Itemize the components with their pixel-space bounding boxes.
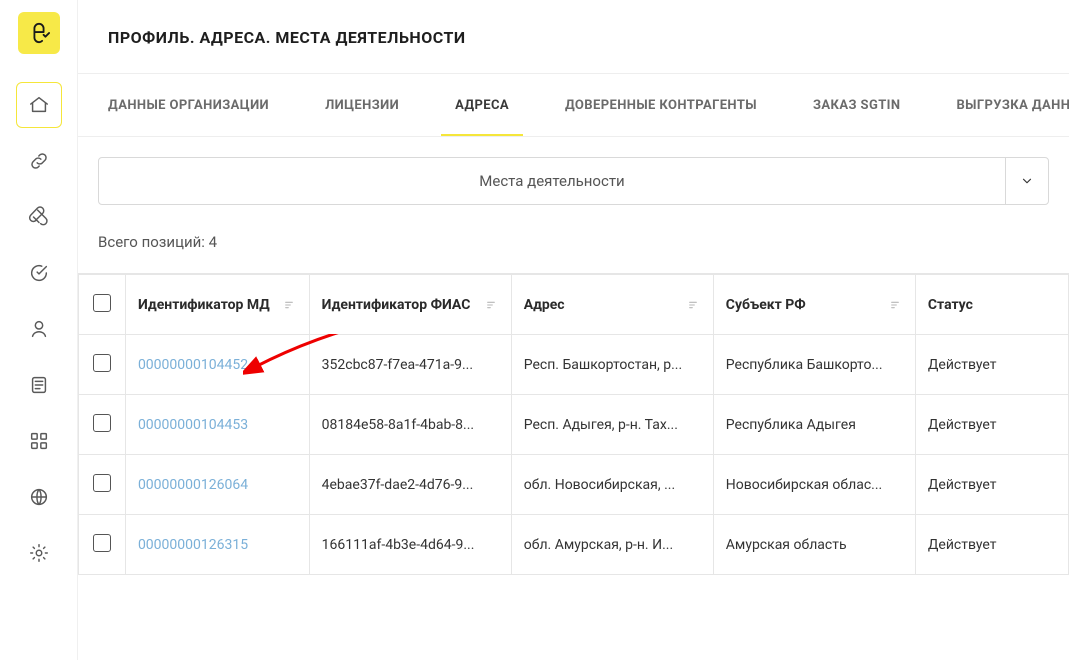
main: ПРОФИЛЬ. АДРЕСА. МЕСТА ДЕЯТЕЛЬНОСТИ ДАНН… <box>78 0 1069 660</box>
tab-org-data[interactable]: ДАННЫЕ ОРГАНИЗАЦИИ <box>108 74 269 136</box>
header-fias[interactable]: Идентификатор ФИАС <box>309 275 511 335</box>
page-title: ПРОФИЛЬ. АДРЕСА. МЕСТА ДЕЯТЕЛЬНОСТИ <box>108 28 1069 47</box>
md-id-link[interactable]: 00000000104453 <box>138 417 248 433</box>
header-subj-label: Субъект РФ <box>726 297 806 313</box>
globe-icon <box>28 486 50 508</box>
cell-subj: Амурская область <box>713 515 915 575</box>
table-row: 00000000126315 166111af-4b3e-4d64-9... о… <box>79 515 1069 575</box>
dropdown-label: Места деятельности <box>99 158 1006 204</box>
cell-fias: 4ebae37f-dae2-4d76-9... <box>309 455 511 515</box>
header-md[interactable]: Идентификатор МД <box>125 275 309 335</box>
header-status[interactable]: Статус <box>915 275 1068 335</box>
summary: Всего позиций: 4 <box>78 205 1069 273</box>
pill-icon <box>28 206 50 228</box>
sort-icon <box>483 297 499 313</box>
tag-icon <box>28 262 50 284</box>
cell-status: Действует <box>915 335 1068 395</box>
table-row: 00000000104453 08184e58-8a1f-4bab-8... Р… <box>79 395 1069 455</box>
cell-subj: Республика Адыгея <box>713 395 915 455</box>
sort-icon <box>887 297 903 313</box>
header-status-label: Статус <box>928 297 973 313</box>
logo-icon <box>28 22 50 44</box>
grid-icon <box>28 430 50 452</box>
chevron-down-icon <box>1006 158 1048 204</box>
row-checkbox[interactable] <box>93 534 111 552</box>
select-all-checkbox[interactable] <box>93 294 111 312</box>
header-fias-label: Идентификатор ФИАС <box>322 297 471 313</box>
md-id-link[interactable]: 00000000126064 <box>138 477 248 493</box>
cell-status: Действует <box>915 455 1068 515</box>
nav-doc[interactable] <box>16 362 62 408</box>
row-checkbox[interactable] <box>93 474 111 492</box>
tabs: ДАННЫЕ ОРГАНИЗАЦИИ ЛИЦЕНЗИИ АДРЕСА ДОВЕР… <box>78 74 1069 137</box>
cell-addr: обл. Амурская, р-н. И... <box>511 515 713 575</box>
nav-globe[interactable] <box>16 474 62 520</box>
cell-addr: Респ. Башкортостан, р... <box>511 335 713 395</box>
nav-user[interactable] <box>16 306 62 352</box>
cell-subj: Новосибирская облас... <box>713 455 915 515</box>
row-checkbox[interactable] <box>93 414 111 432</box>
header-addr[interactable]: Адрес <box>511 275 713 335</box>
nav-home[interactable] <box>16 82 62 128</box>
summary-count: 4 <box>209 233 217 251</box>
table-row: 00000000126064 4ebae37f-dae2-4d76-9... о… <box>79 455 1069 515</box>
cell-status: Действует <box>915 515 1068 575</box>
places-dropdown[interactable]: Места деятельности <box>98 157 1049 205</box>
cell-addr: обл. Новосибирская, ... <box>511 455 713 515</box>
header-checkbox-cell <box>79 275 126 335</box>
link-icon <box>28 150 50 172</box>
sort-icon <box>281 297 297 313</box>
nav-tag[interactable] <box>16 250 62 296</box>
header-md-label: Идентификатор МД <box>138 297 270 313</box>
cell-fias: 166111af-4b3e-4d64-9... <box>309 515 511 575</box>
cell-fias: 352cbc87-f7ea-471a-9... <box>309 335 511 395</box>
nav-settings[interactable] <box>16 530 62 576</box>
home-icon <box>28 94 50 116</box>
tab-licenses[interactable]: ЛИЦЕНЗИИ <box>325 74 399 136</box>
logo <box>18 12 60 54</box>
cell-fias: 08184e58-8a1f-4bab-8... <box>309 395 511 455</box>
gear-icon <box>28 542 50 564</box>
user-icon <box>28 318 50 340</box>
summary-prefix: Всего позиций: <box>98 233 209 251</box>
cell-status: Действует <box>915 395 1068 455</box>
tab-export[interactable]: ВЫГРУЗКА ДАННЫХ <box>956 74 1069 136</box>
table-row: 00000000104452 352cbc87-f7ea-471a-9... Р… <box>79 335 1069 395</box>
document-icon <box>28 374 50 396</box>
cell-addr: Респ. Адыгея, р-н. Тах... <box>511 395 713 455</box>
cell-subj: Республика Башкорто... <box>713 335 915 395</box>
sidebar <box>0 0 78 660</box>
nav-link[interactable] <box>16 138 62 184</box>
header-addr-label: Адрес <box>524 297 565 313</box>
tab-sgtin-order[interactable]: ЗАКАЗ SGTIN <box>813 74 900 136</box>
nav-pill[interactable] <box>16 194 62 240</box>
tab-addresses[interactable]: АДРЕСА <box>455 74 509 136</box>
header-subj[interactable]: Субъект РФ <box>713 275 915 335</box>
md-id-link[interactable]: 00000000104452 <box>138 357 248 373</box>
table: Идентификатор МД Идентификатор ФИАС Адре… <box>78 273 1069 575</box>
row-checkbox[interactable] <box>93 354 111 372</box>
md-id-link[interactable]: 00000000126315 <box>138 537 248 553</box>
sort-icon <box>685 297 701 313</box>
nav-grid[interactable] <box>16 418 62 464</box>
tab-trusted[interactable]: ДОВЕРЕННЫЕ КОНТРАГЕНТЫ <box>565 74 757 136</box>
